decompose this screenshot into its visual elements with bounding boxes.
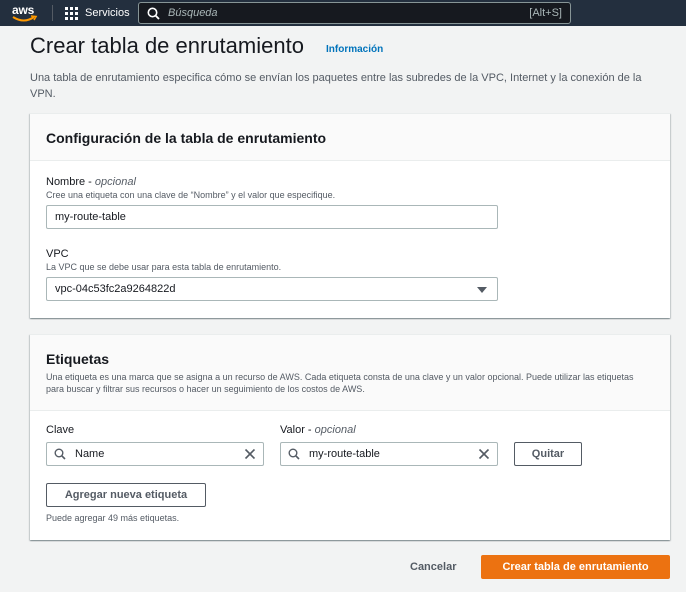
- remove-tag-button[interactable]: Quitar: [514, 442, 582, 466]
- add-tag-button[interactable]: Agregar nueva etiqueta: [46, 483, 206, 507]
- clear-icon[interactable]: [244, 448, 256, 460]
- remaining-tags-hint: Puede agregar 49 más etiquetas.: [46, 513, 180, 523]
- name-label: Nombre - opcional: [46, 176, 136, 188]
- info-link[interactable]: Información: [326, 44, 383, 55]
- name-field-value: my-route-table: [55, 211, 126, 223]
- search-icon: [54, 448, 66, 460]
- search-placeholder: Búsqueda: [168, 7, 218, 19]
- cancel-button[interactable]: Cancelar: [410, 561, 456, 573]
- vpc-select-value: vpc-04c53fc2a9264822d: [55, 283, 176, 295]
- panel-title: Configuración de la tabla de enrutamient…: [46, 130, 327, 146]
- vpc-select[interactable]: vpc-04c53fc2a9264822d: [46, 277, 498, 301]
- services-menu-button[interactable]: Servicios: [65, 6, 130, 20]
- route-table-config-panel: Configuración de la tabla de enrutamient…: [30, 113, 670, 318]
- panel-title: Etiquetas: [46, 351, 110, 367]
- top-navigation: aws Servicios Búsqueda [Alt+S]: [0, 0, 686, 26]
- search-icon: [147, 7, 160, 20]
- tag-value-optional-text: opcional: [314, 424, 356, 436]
- create-route-table-button[interactable]: Crear tabla de enrutamiento: [481, 555, 670, 579]
- tag-value-label: Valor - opcional: [280, 424, 356, 436]
- name-label-text: Nombre: [46, 176, 86, 188]
- search-icon: [288, 448, 300, 460]
- tags-panel: Etiquetas Una etiqueta es una marca que …: [30, 334, 670, 540]
- tag-value-label-text: Valor: [280, 424, 305, 436]
- grid-icon: [65, 6, 78, 20]
- tag-value-input[interactable]: my-route-table: [280, 442, 498, 466]
- panel-header: Configuración de la tabla de enrutamient…: [30, 114, 670, 161]
- vpc-label: VPC: [46, 248, 69, 260]
- aws-logo[interactable]: aws: [12, 3, 38, 23]
- page-title: Crear tabla de enrutamiento: [30, 33, 304, 58]
- search-input[interactable]: Búsqueda [Alt+S]: [138, 2, 571, 24]
- name-hint: Cree una etiqueta con una clave de “Nomb…: [46, 190, 336, 200]
- panel-header: Etiquetas Una etiqueta es una marca que …: [30, 335, 670, 411]
- name-field[interactable]: my-route-table: [46, 205, 498, 229]
- name-optional-text: opcional: [94, 176, 136, 188]
- tag-value-value: my-route-table: [309, 448, 380, 460]
- vpc-hint: La VPC que se debe usar para esta tabla …: [46, 262, 282, 272]
- clear-icon[interactable]: [478, 448, 490, 460]
- tags-description: Una etiqueta es una marca que se asigna …: [46, 372, 634, 394]
- tag-key-input[interactable]: Name: [46, 442, 264, 466]
- tag-key-label: Clave: [46, 424, 75, 436]
- nav-divider: [52, 5, 53, 21]
- services-label: Servicios: [85, 7, 130, 19]
- search-shortcut: [Alt+S]: [529, 7, 562, 19]
- tag-key-value: Name: [75, 448, 105, 460]
- caret-down-icon: [477, 287, 487, 293]
- aws-smile-icon: [12, 15, 38, 22]
- page-description: Una tabla de enrutamiento especifica cóm…: [30, 72, 642, 100]
